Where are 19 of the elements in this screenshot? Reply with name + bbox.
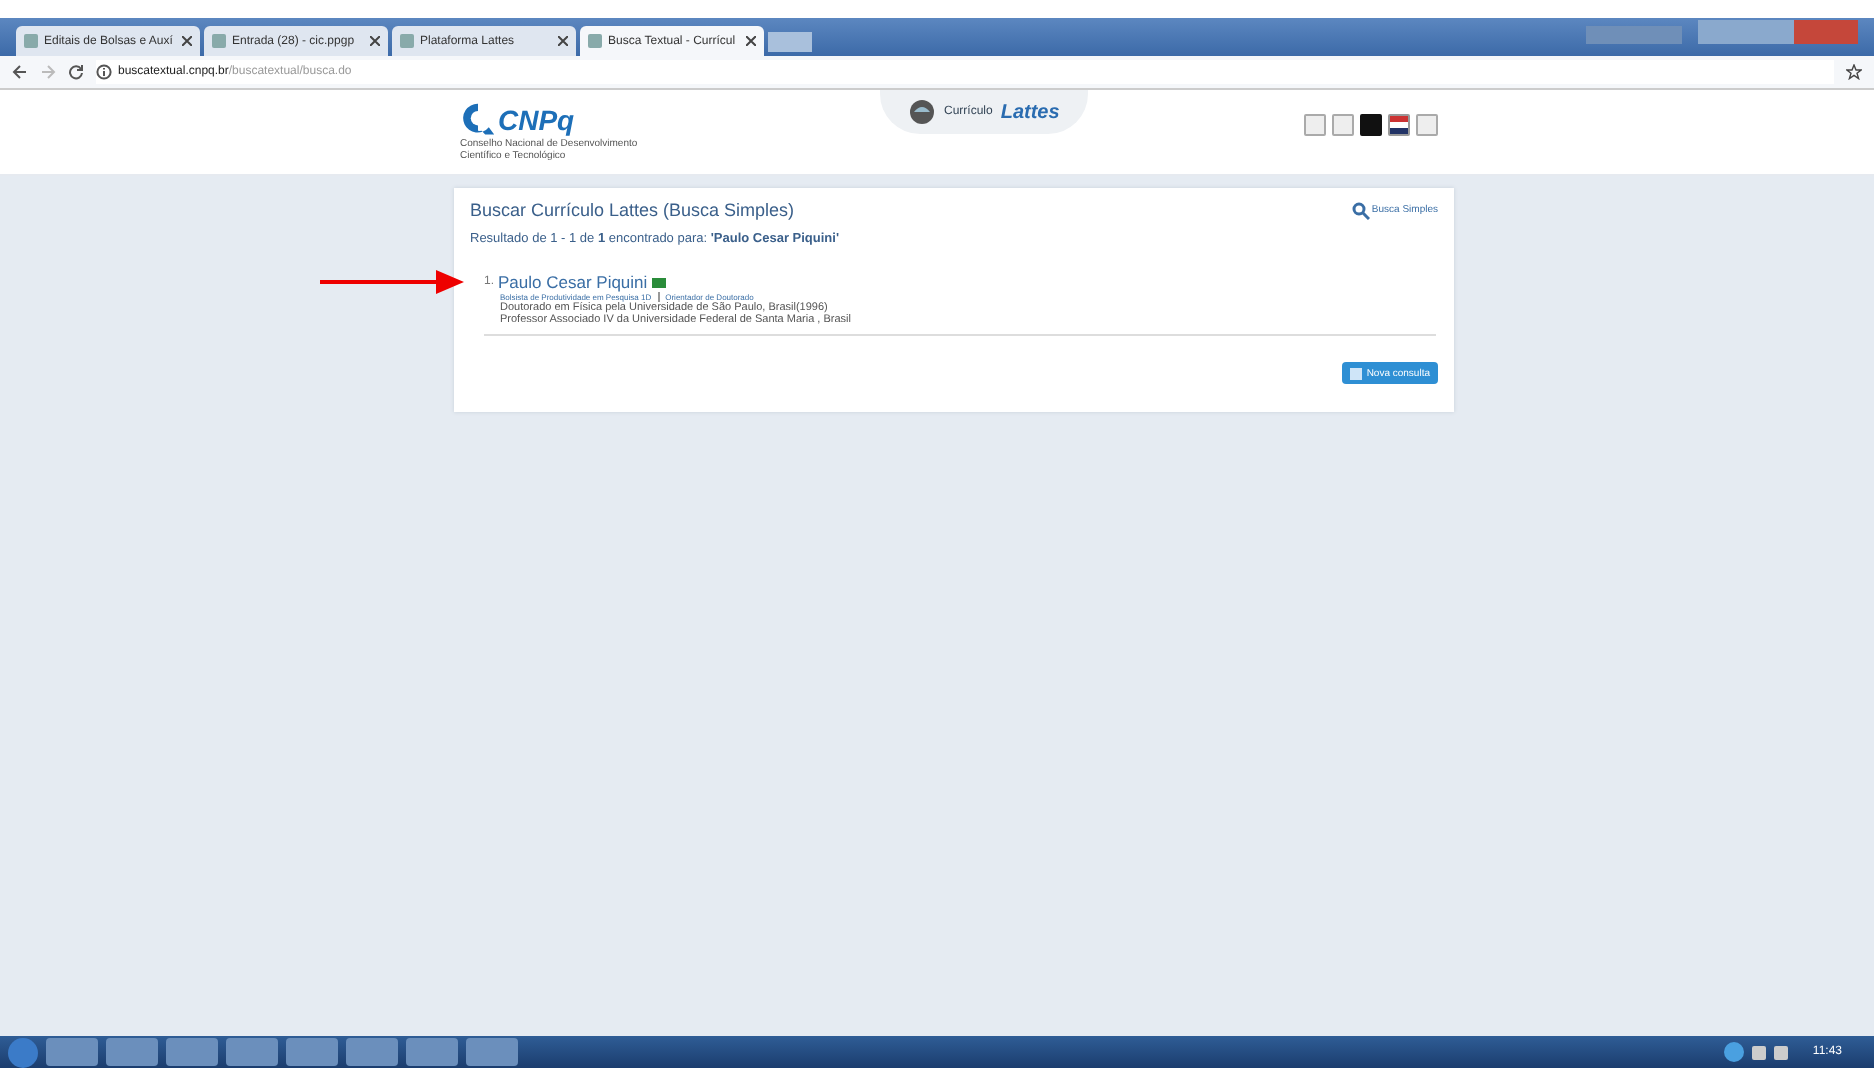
researcher-link[interactable]: Paulo Cesar Piquini <box>498 272 648 292</box>
forward-icon[interactable] <box>40 64 56 80</box>
close-icon[interactable] <box>370 36 380 46</box>
document-icon <box>1350 367 1363 379</box>
close-icon[interactable] <box>558 36 568 46</box>
close-icon[interactable] <box>182 36 192 46</box>
logo-icon <box>460 102 496 138</box>
page-title: Buscar Currículo Lattes (Busca Simples) <box>470 200 795 220</box>
start-button[interactable] <box>8 1037 38 1067</box>
star-icon[interactable] <box>1846 64 1862 80</box>
lattes-logo-icon <box>908 98 936 126</box>
search-icon <box>1351 201 1370 219</box>
info-icon <box>96 64 112 80</box>
reload-icon[interactable] <box>68 64 84 80</box>
back-icon[interactable] <box>12 64 28 80</box>
close-icon[interactable] <box>746 36 756 46</box>
logo-text: CNPq <box>498 104 575 136</box>
arrow-drawing <box>320 268 464 296</box>
window-controls[interactable] <box>1698 20 1858 44</box>
